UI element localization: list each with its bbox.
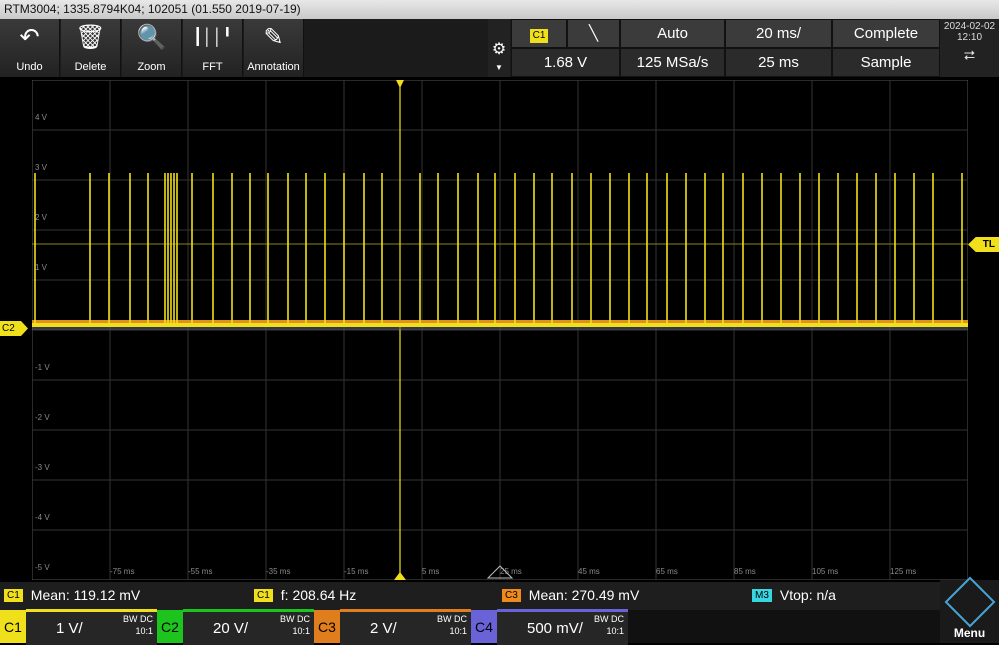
pencil-icon: ✎	[263, 24, 284, 51]
trigger-slope-button[interactable]: ╲	[567, 19, 620, 48]
y-axis-label: 2 V	[35, 213, 48, 222]
channel-bar: C1 1 V/ BW DC 10:1 C2 20 V/ BW DC 10:1 C3 …	[0, 608, 999, 645]
channel-c4[interactable]: C4 500 mV/ BW DC 10:1	[471, 608, 628, 645]
measurement-c3-mean[interactable]: C3 Mean: 270.49 mV	[502, 587, 639, 603]
fft-icon: ┃││╹	[192, 29, 233, 46]
undo-icon: ↶	[19, 24, 40, 51]
waveform-display[interactable]: 4 V 3 V 2 V 1 V -1 V -2 V -3 V -4 V -5 V -75 ms -5…	[32, 80, 968, 580]
gear-icon: ⚙	[491, 41, 507, 58]
c1-baseline	[32, 323, 968, 327]
y-axis-label: 1 V	[35, 263, 48, 272]
window-title: RTM3004; 1335.8794K04; 102051 (01.550 20…	[0, 0, 999, 19]
x-axis-label: 125 ms	[890, 567, 916, 576]
delete-button[interactable]: 🗑 Delete	[61, 19, 121, 77]
y-axis-label: 3 V	[35, 163, 48, 172]
x-axis-label: 45 ms	[578, 567, 600, 576]
time-scale[interactable]: 20 ms/	[725, 19, 832, 48]
logo-icon	[944, 576, 995, 628]
usb-icon: ⮂	[963, 47, 976, 63]
x-axis-label: 65 ms	[656, 567, 678, 576]
x-axis-label: -75 ms	[110, 567, 134, 576]
acquisition-mode[interactable]: Sample	[832, 48, 940, 77]
channel-c2-marker[interactable]: C2	[0, 321, 28, 336]
channel-c2[interactable]: C2 20 V/ BW DC 10:1	[157, 608, 314, 645]
trash-icon: 🗑	[75, 24, 106, 51]
zoom-icon: 🔍	[136, 24, 167, 51]
acquisition-time[interactable]: 25 ms	[725, 48, 832, 77]
fft-button[interactable]: ┃││╹ FFT	[183, 19, 243, 77]
measurement-bar: C1 Mean: 119.12 mV C1 f: 208.64 Hz C3 Me…	[0, 582, 999, 610]
y-axis-label: -1 V	[35, 363, 50, 372]
trigger-position-bottom-marker	[394, 572, 406, 580]
y-axis-label: -2 V	[35, 413, 50, 422]
undo-button[interactable]: ↶ Undo	[0, 19, 60, 77]
x-axis-label: 25 ms	[500, 567, 522, 576]
zoom-button[interactable]: 🔍 Zoom	[122, 19, 182, 77]
trigger-mode[interactable]: Auto	[620, 19, 725, 48]
sample-rate[interactable]: 125 MSa/s	[620, 48, 725, 77]
measurement-m3-vtop[interactable]: M3 Vtop: n/a	[752, 587, 836, 603]
channel-c3[interactable]: C3 2 V/ BW DC 10:1	[314, 608, 471, 645]
measurement-c1-mean[interactable]: C1 Mean: 119.12 mV	[4, 587, 140, 603]
x-axis-label: -55 ms	[188, 567, 212, 576]
trigger-source[interactable]: C1	[511, 19, 567, 48]
acquisition-status[interactable]: Complete	[832, 19, 940, 48]
menu-button[interactable]: Menu	[940, 576, 999, 643]
trigger-level-marker[interactable]: TL	[968, 237, 999, 252]
annotation-button[interactable]: ✎ Annotation	[244, 19, 304, 77]
y-axis-label: -3 V	[35, 463, 50, 472]
y-axis-label: 4 V	[35, 113, 48, 122]
channel-c1[interactable]: C1 1 V/ BW DC 10:1	[0, 608, 157, 645]
settings-button[interactable]: ⚙ ▼	[488, 19, 510, 77]
x-axis-label: 105 ms	[812, 567, 838, 576]
x-axis-label: -15 ms	[344, 567, 368, 576]
x-axis-label: -35 ms	[266, 567, 290, 576]
chevron-down-icon: ▼	[495, 63, 503, 72]
falling-edge-icon: ╲	[588, 25, 599, 42]
x-axis-label: 5 ms	[422, 567, 439, 576]
y-axis-label: -5 V	[35, 563, 50, 572]
clock: 2024-02-02 12:10 ⮂	[940, 19, 999, 77]
trigger-level[interactable]: 1.68 V	[511, 48, 620, 77]
measurement-c1-frequency[interactable]: C1 f: 208.64 Hz	[254, 587, 356, 603]
trigger-position-marker	[396, 80, 404, 88]
y-axis-label: -4 V	[35, 513, 50, 522]
x-axis-label: 85 ms	[734, 567, 756, 576]
